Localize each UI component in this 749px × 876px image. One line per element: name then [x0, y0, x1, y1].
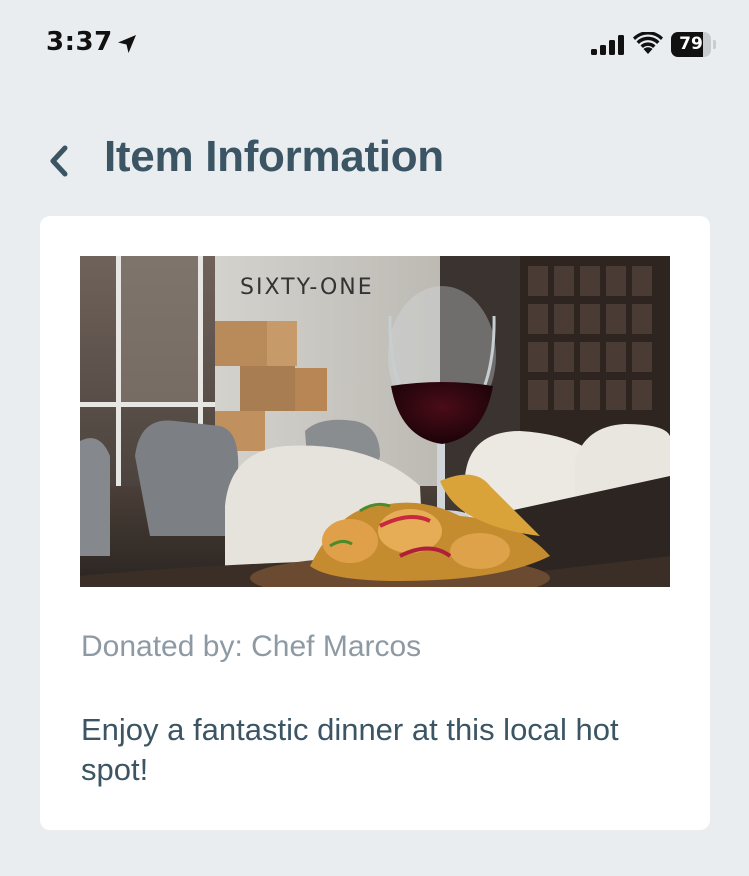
donated-by: Donated by: Chef Marcos — [81, 630, 421, 664]
item-description: Enjoy a fantastic dinner at this local h… — [81, 712, 619, 787]
donor-name: Chef Marcos — [251, 630, 422, 663]
status-time: 3:37 — [46, 27, 113, 57]
photo-sign-text: SIXTY-ONE — [240, 275, 374, 300]
chevron-left-icon — [50, 145, 68, 177]
page-title: Item Information — [104, 132, 444, 181]
item-card: SIXTY-ONE Donated by: Chef Marcos Enjoy … — [40, 216, 710, 830]
wifi-icon — [633, 32, 663, 54]
location-arrow-icon — [118, 35, 136, 53]
status-bar: 3:37 79 — [0, 0, 749, 90]
back-button[interactable] — [36, 130, 86, 190]
cellular-signal-icon — [591, 35, 624, 55]
battery-icon: 79 — [671, 32, 717, 57]
donated-by-label: Donated by: — [81, 630, 243, 663]
battery-level: 79 — [679, 34, 703, 54]
item-photo: SIXTY-ONE — [80, 256, 670, 587]
